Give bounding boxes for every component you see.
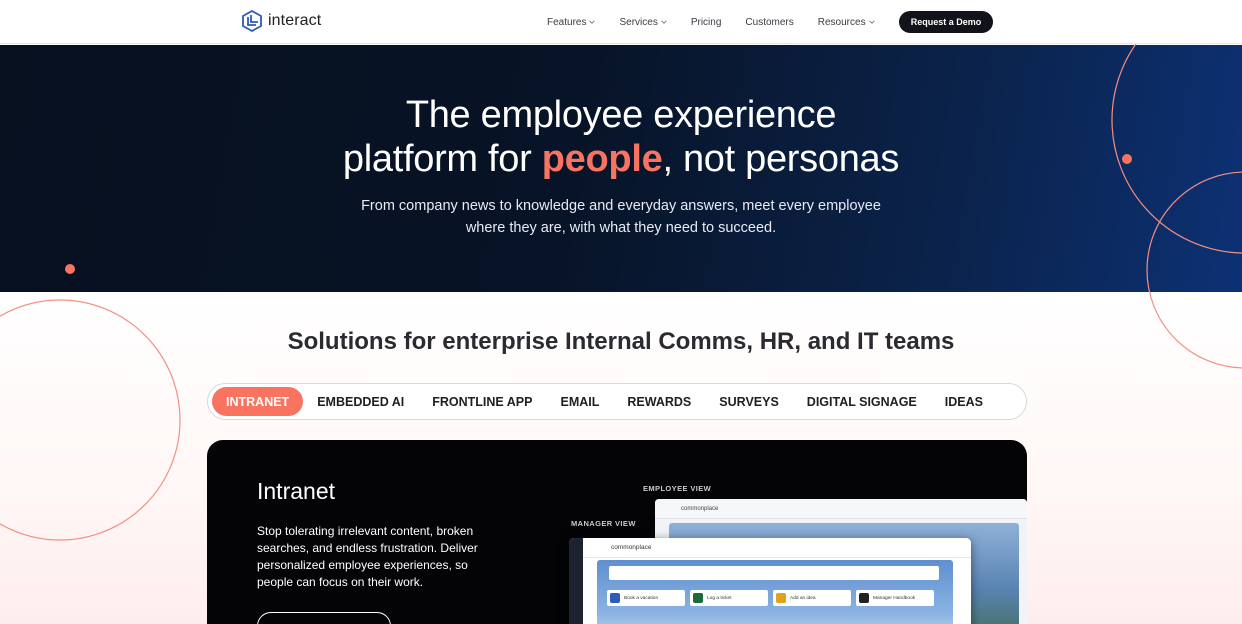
chevron-down-icon <box>868 20 875 24</box>
nav-item-label: Features <box>547 16 587 28</box>
employee-view-label: EMPLOYEE VIEW <box>643 484 712 493</box>
solutions-section: Solutions for enterprise Internal Comms,… <box>0 292 1242 624</box>
nav-item-label: Services <box>619 16 658 28</box>
card-title: Intranet <box>257 478 335 504</box>
app-brand: commonplace <box>611 544 652 551</box>
manager-view-label: MANAGER VIEW <box>571 519 636 528</box>
chevron-down-icon <box>589 20 596 24</box>
request-demo-button[interactable]: Request a Demo <box>899 11 993 33</box>
lightbulb-icon <box>776 593 786 603</box>
nav-item-resources[interactable]: Resources <box>818 17 875 28</box>
solutions-title-pre: Solutions for <box>287 328 443 355</box>
solutions-title-post: Internal Comms, HR, and IT teams <box>558 328 955 355</box>
solutions-tabs: INTRANET EMBEDDED AI FRONTLINE APP EMAIL… <box>207 383 1027 420</box>
employee-view-topbar: commonplace <box>655 499 1027 519</box>
hero-title-line1: The employee experience <box>405 94 837 136</box>
tile-log-ticket: Log a ticket <box>690 590 768 606</box>
calendar-icon <box>610 593 620 603</box>
hero-title-highlight: people <box>541 138 663 180</box>
tile-label: Log a ticket <box>707 595 732 601</box>
interact-logo-icon <box>242 10 262 32</box>
tab-ideas[interactable]: IDEAS <box>931 387 997 416</box>
manager-view-topbar: commonplace <box>583 538 971 558</box>
hero-title-post: , not personas <box>662 138 900 180</box>
nav-menu: Features Services Pricing Customers Reso… <box>547 0 899 44</box>
nav-item-pricing[interactable]: Pricing <box>691 17 722 28</box>
hero-subtitle-line1: From company news to knowledge and every… <box>361 198 881 214</box>
tab-frontline-app[interactable]: FRONTLINE APP <box>418 387 546 416</box>
tile-label: Book a vacation <box>624 595 659 601</box>
chevron-down-icon <box>661 20 667 24</box>
nav-item-services[interactable]: Services <box>619 16 667 28</box>
tile-add-idea: Add an idea <box>773 590 851 606</box>
logo[interactable]: interact <box>242 10 321 32</box>
manager-view-search <box>609 566 939 580</box>
manager-view-screenshot: commonplace Book a vacation Log a ticket… <box>569 538 971 624</box>
tab-embedded-ai[interactable]: EMBEDDED AI <box>303 387 418 416</box>
tab-intranet[interactable]: INTRANET <box>212 387 304 416</box>
hero-subtitle-line2: where they are, with what they need to s… <box>465 220 777 236</box>
top-navigation: interact Features Services Pricing Custo… <box>0 0 1242 44</box>
ticket-icon <box>693 593 703 603</box>
tab-surveys[interactable]: SURVEYS <box>705 387 793 416</box>
tab-email[interactable]: EMAIL <box>546 387 613 416</box>
nav-item-label: Resources <box>817 16 866 28</box>
book-icon <box>859 593 869 603</box>
tile-label: Add an idea <box>790 595 816 601</box>
hero-title: The employee experience platform for peo… <box>0 93 1242 181</box>
nav-item-label: Customers <box>745 16 794 28</box>
nav-item-label: Pricing <box>690 16 722 28</box>
solutions-title-bold: enterprise <box>442 328 559 355</box>
card-cta-button[interactable] <box>257 612 391 624</box>
solutions-title: Solutions for enterprise Internal Comms,… <box>0 328 1242 356</box>
logo-text: interact <box>268 12 322 29</box>
tab-rewards[interactable]: REWARDS <box>613 387 705 416</box>
app-brand: commonplace <box>681 505 719 512</box>
card-body: Stop tolerating irrelevant content, brok… <box>257 524 478 589</box>
intranet-card: Intranet Stop tolerating irrelevant cont… <box>207 440 1027 624</box>
nav-item-features[interactable]: Features <box>547 16 596 28</box>
nav-item-customers[interactable]: Customers <box>745 17 793 28</box>
hero-section: The employee experience platform for peo… <box>0 45 1242 292</box>
manager-view-sidebar <box>569 538 583 624</box>
tile-label: Manager Handbook <box>873 595 916 601</box>
tile-book-vacation: Book a vacation <box>607 590 685 606</box>
hero-title-pre: platform for <box>342 138 542 180</box>
tile-manager-handbook: Manager Handbook <box>856 590 934 606</box>
tab-digital-signage[interactable]: DIGITAL SIGNAGE <box>793 387 931 416</box>
manager-view-tiles: Book a vacation Log a ticket Add an idea… <box>607 590 934 606</box>
hero-subtitle: From company news to knowledge and every… <box>0 195 1242 239</box>
